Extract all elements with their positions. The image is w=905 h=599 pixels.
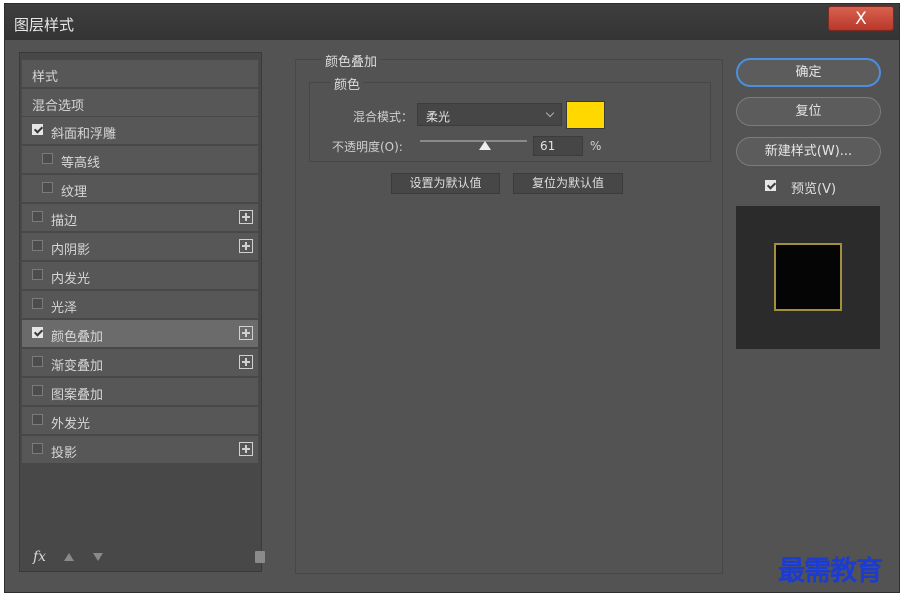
style-item[interactable]: 投影 <box>22 436 258 463</box>
style-item-checkbox[interactable] <box>42 153 53 164</box>
set-default-button[interactable]: 设置为默认值 <box>391 173 500 194</box>
style-item-label: 样式 <box>32 70 59 85</box>
style-item-label: 渐变叠加 <box>51 359 104 374</box>
style-item[interactable]: 内发光 <box>22 262 258 289</box>
trash-icon[interactable] <box>255 551 265 563</box>
style-item-checkbox[interactable] <box>32 211 43 222</box>
style-item-label: 纹理 <box>61 185 88 200</box>
opacity-label: 不透明度(O): <box>332 140 403 154</box>
style-item-label: 光泽 <box>51 301 78 316</box>
opacity-input[interactable]: 61 <box>533 136 583 156</box>
style-item[interactable]: 内阴影 <box>22 233 258 260</box>
style-item[interactable]: 描边 <box>22 204 258 231</box>
blend-mode-value: 柔光 <box>426 110 451 124</box>
style-item-checkbox[interactable] <box>32 269 43 280</box>
blend-mode-select[interactable]: 柔光 <box>417 103 562 126</box>
add-icon[interactable] <box>239 210 253 224</box>
fx-button[interactable]: fx <box>33 549 46 565</box>
style-item-checkbox[interactable] <box>32 124 43 135</box>
style-item-checkbox[interactable] <box>32 327 43 338</box>
chevron-down-icon <box>545 108 555 118</box>
style-item-checkbox[interactable] <box>42 182 53 193</box>
style-item-label: 图案叠加 <box>51 388 104 403</box>
move-down-icon[interactable] <box>93 553 103 561</box>
preview-square <box>774 243 842 311</box>
reset-button[interactable]: 复位 <box>736 97 881 126</box>
group-title: 颜色 <box>331 74 364 93</box>
style-item[interactable]: 等高线 <box>22 146 258 173</box>
style-list-panel: 样式混合选项斜面和浮雕等高线纹理描边内阴影内发光光泽颜色叠加渐变叠加图案叠加外发… <box>19 52 265 572</box>
style-item-label: 斜面和浮雕 <box>51 127 117 142</box>
style-item[interactable]: 光泽 <box>22 291 258 318</box>
preview-thumbnail <box>736 206 880 349</box>
style-item-label: 外发光 <box>51 417 91 432</box>
style-item-checkbox[interactable] <box>32 356 43 367</box>
style-item-label: 混合选项 <box>32 99 85 114</box>
style-list-toolbar: fx <box>20 549 265 569</box>
add-icon[interactable] <box>239 355 253 369</box>
close-button[interactable]: X <box>828 6 894 31</box>
style-item[interactable]: 纹理 <box>22 175 258 202</box>
style-item[interactable]: 颜色叠加 <box>22 320 258 347</box>
style-item-label: 描边 <box>51 214 78 229</box>
overlay-color-swatch[interactable] <box>566 101 605 129</box>
style-item[interactable]: 混合选项 <box>22 89 258 116</box>
add-icon[interactable] <box>239 239 253 253</box>
style-item-checkbox[interactable] <box>32 385 43 396</box>
opacity-slider-thumb[interactable] <box>479 141 492 150</box>
title-bar: 图层样式 X <box>5 4 899 40</box>
style-item[interactable]: 斜面和浮雕 <box>22 117 258 144</box>
style-item-label: 内阴影 <box>51 243 91 258</box>
watermark-text: 最需教育 <box>778 556 883 587</box>
style-item-label: 等高线 <box>61 156 101 171</box>
style-item-checkbox[interactable] <box>32 298 43 309</box>
preview-label: 预览(V) <box>791 182 837 197</box>
style-item-label: 投影 <box>51 446 78 461</box>
style-item[interactable]: 渐变叠加 <box>22 349 258 376</box>
blend-mode-label: 混合模式： <box>353 110 414 124</box>
reset-default-button[interactable]: 复位为默认值 <box>513 173 623 194</box>
style-item[interactable]: 外发光 <box>22 407 258 434</box>
opacity-unit: % <box>590 139 602 153</box>
style-item-label: 内发光 <box>51 272 91 287</box>
style-item[interactable]: 图案叠加 <box>22 378 258 405</box>
opacity-slider-track[interactable] <box>420 140 527 142</box>
new-style-button[interactable]: 新建样式(W)... <box>736 137 881 166</box>
style-item-checkbox[interactable] <box>32 443 43 454</box>
style-item-checkbox[interactable] <box>32 240 43 251</box>
add-icon[interactable] <box>239 326 253 340</box>
style-item-checkbox[interactable] <box>32 414 43 425</box>
move-up-icon[interactable] <box>64 553 74 561</box>
dialog-title: 图层样式 <box>14 16 75 34</box>
style-item-label: 颜色叠加 <box>51 330 104 345</box>
preview-checkbox[interactable] <box>765 180 776 191</box>
add-icon[interactable] <box>239 442 253 456</box>
ok-button[interactable]: 确定 <box>736 58 881 87</box>
style-item[interactable]: 样式 <box>22 60 258 87</box>
section-title: 颜色叠加 <box>322 51 381 70</box>
